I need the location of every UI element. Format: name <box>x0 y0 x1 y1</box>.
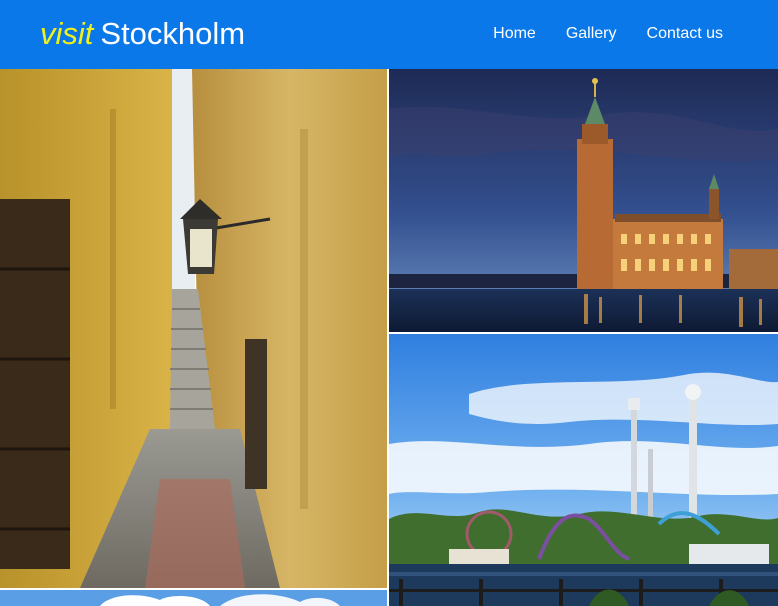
nav-contact-link[interactable]: Contact us <box>647 23 723 45</box>
logo-name: Stockholm <box>100 16 246 51</box>
photo-gallery <box>0 69 778 606</box>
main-nav: Home Gallery Contact us <box>493 23 723 45</box>
nav-gallery-link[interactable]: Gallery <box>566 23 617 45</box>
photo-sky-partial[interactable] <box>0 590 387 606</box>
site-header: visit Stockholm Home Gallery Contact us <box>0 0 778 69</box>
logo-prefix: visit <box>40 16 94 51</box>
photo-alley[interactable] <box>0 69 387 588</box>
photo-amusement-park[interactable] <box>389 334 778 606</box>
nav-home-link[interactable]: Home <box>493 23 536 45</box>
site-logo[interactable]: visit Stockholm <box>40 14 245 54</box>
photo-city-hall[interactable] <box>389 69 778 332</box>
